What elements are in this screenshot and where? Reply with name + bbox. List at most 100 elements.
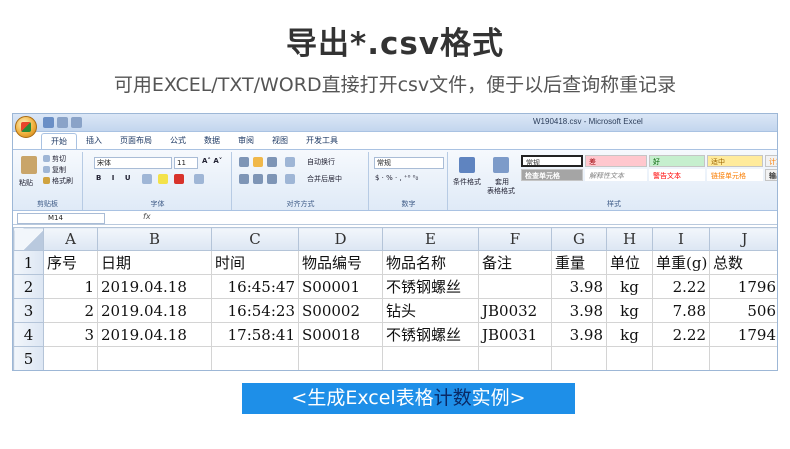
cell[interactable]: [478, 274, 552, 299]
cell[interactable]: 1: [43, 274, 98, 299]
cell[interactable]: [298, 346, 383, 370]
cell[interactable]: kg: [606, 322, 653, 347]
style-linked-cell[interactable]: 链接单元格: [707, 169, 763, 181]
cell[interactable]: 2.22: [652, 322, 710, 347]
style-bad[interactable]: 差: [585, 155, 647, 167]
cell[interactable]: 1796: [709, 274, 777, 299]
row-header[interactable]: 1: [13, 250, 44, 275]
conditional-format-button[interactable]: 条件格式: [453, 177, 481, 187]
cut-icon[interactable]: [43, 155, 50, 162]
cell[interactable]: S00001: [298, 274, 383, 299]
office-button[interactable]: [15, 116, 37, 138]
cell[interactable]: 2019.04.18: [97, 274, 212, 299]
bold-italic-underline-icons[interactable]: B I U: [96, 174, 135, 182]
cell[interactable]: S00002: [298, 298, 383, 323]
cell[interactable]: 16:54:23: [211, 298, 299, 323]
undo-icon[interactable]: [57, 117, 68, 128]
select-all-corner[interactable]: [13, 227, 44, 251]
style-calculation[interactable]: 计算: [765, 155, 777, 167]
style-good[interactable]: 好: [649, 155, 705, 167]
style-neutral[interactable]: 适中: [707, 155, 763, 167]
font-name-select[interactable]: 宋体: [94, 157, 172, 169]
cell[interactable]: 3.98: [551, 274, 607, 299]
redo-icon[interactable]: [71, 117, 82, 128]
cell[interactable]: JB0031: [478, 322, 552, 347]
cell[interactable]: 3: [43, 322, 98, 347]
style-explanatory[interactable]: 解释性文本: [585, 169, 647, 181]
align-top-icon[interactable]: [239, 157, 249, 167]
row-header[interactable]: 3: [13, 298, 44, 323]
cell[interactable]: 16:45:47: [211, 274, 299, 299]
column-header[interactable]: J: [709, 227, 777, 251]
cell[interactable]: 不锈钢螺丝: [382, 322, 479, 347]
font-color-icon[interactable]: [174, 174, 184, 184]
column-header[interactable]: C: [211, 227, 299, 251]
cell[interactable]: kg: [606, 274, 653, 299]
style-output[interactable]: 输出: [765, 169, 777, 181]
cell[interactable]: kg: [606, 298, 653, 323]
tab-view[interactable]: 视图: [263, 133, 297, 149]
align-bottom-icon[interactable]: [267, 157, 277, 167]
grow-font-icon[interactable]: A˄ A˅: [202, 157, 222, 165]
cell[interactable]: 单位: [606, 250, 653, 275]
phonetic-icon[interactable]: [194, 174, 204, 184]
column-header[interactable]: I: [652, 227, 710, 251]
merge-center-button[interactable]: 合并后居中: [307, 174, 342, 184]
table-format-icon[interactable]: [493, 157, 509, 173]
copy-button[interactable]: 复制: [52, 165, 66, 175]
cell[interactable]: [382, 346, 479, 370]
style-normal[interactable]: 常规: [521, 155, 583, 167]
column-header[interactable]: B: [97, 227, 212, 251]
font-size-select[interactable]: 11: [174, 157, 198, 169]
tab-page-layout[interactable]: 页面布局: [111, 133, 161, 149]
tab-data[interactable]: 数据: [195, 133, 229, 149]
cell[interactable]: 总数: [709, 250, 777, 275]
align-center-icon[interactable]: [253, 174, 263, 184]
align-middle-icon[interactable]: [253, 157, 263, 167]
cell[interactable]: 1794: [709, 322, 777, 347]
cell[interactable]: 钻头: [382, 298, 479, 323]
row-header[interactable]: 5: [13, 346, 44, 370]
cell[interactable]: 备注: [478, 250, 552, 275]
cell[interactable]: 重量: [551, 250, 607, 275]
format-painter-button[interactable]: 格式刷: [52, 176, 73, 186]
cell[interactable]: 2: [43, 298, 98, 323]
column-header[interactable]: F: [478, 227, 552, 251]
save-icon[interactable]: [43, 117, 54, 128]
cell[interactable]: [97, 346, 212, 370]
paste-button[interactable]: 粘贴: [19, 178, 33, 188]
cell[interactable]: [606, 346, 653, 370]
tab-formulas[interactable]: 公式: [161, 133, 195, 149]
indent-icon[interactable]: [285, 174, 295, 184]
row-header[interactable]: 2: [13, 274, 44, 299]
copy-icon[interactable]: [43, 166, 50, 173]
tab-review[interactable]: 审阅: [229, 133, 263, 149]
cell[interactable]: [652, 346, 710, 370]
style-check-cell[interactable]: 检查单元格: [521, 169, 583, 181]
tab-insert[interactable]: 插入: [77, 133, 111, 149]
fill-color-icon[interactable]: [158, 174, 168, 184]
cell[interactable]: [709, 346, 777, 370]
cell[interactable]: [43, 346, 98, 370]
tab-developer[interactable]: 开发工具: [297, 133, 347, 149]
column-header[interactable]: H: [606, 227, 653, 251]
column-header[interactable]: E: [382, 227, 479, 251]
cell[interactable]: 7.88: [652, 298, 710, 323]
cell[interactable]: 2019.04.18: [97, 298, 212, 323]
cell[interactable]: 2019.04.18: [97, 322, 212, 347]
cell[interactable]: 2.22: [652, 274, 710, 299]
cell[interactable]: 不锈钢螺丝: [382, 274, 479, 299]
cell[interactable]: 物品编号: [298, 250, 383, 275]
cell[interactable]: [478, 346, 552, 370]
cell[interactable]: [211, 346, 299, 370]
paste-icon[interactable]: [21, 156, 37, 174]
wrap-text-button[interactable]: 自动换行: [307, 157, 335, 167]
style-warning[interactable]: 警告文本: [649, 169, 705, 181]
column-header[interactable]: A: [43, 227, 98, 251]
cell[interactable]: 3.98: [551, 298, 607, 323]
row-header[interactable]: 4: [13, 322, 44, 347]
column-header[interactable]: G: [551, 227, 607, 251]
cell[interactable]: 3.98: [551, 322, 607, 347]
cell[interactable]: S00018: [298, 322, 383, 347]
cell[interactable]: 506: [709, 298, 777, 323]
